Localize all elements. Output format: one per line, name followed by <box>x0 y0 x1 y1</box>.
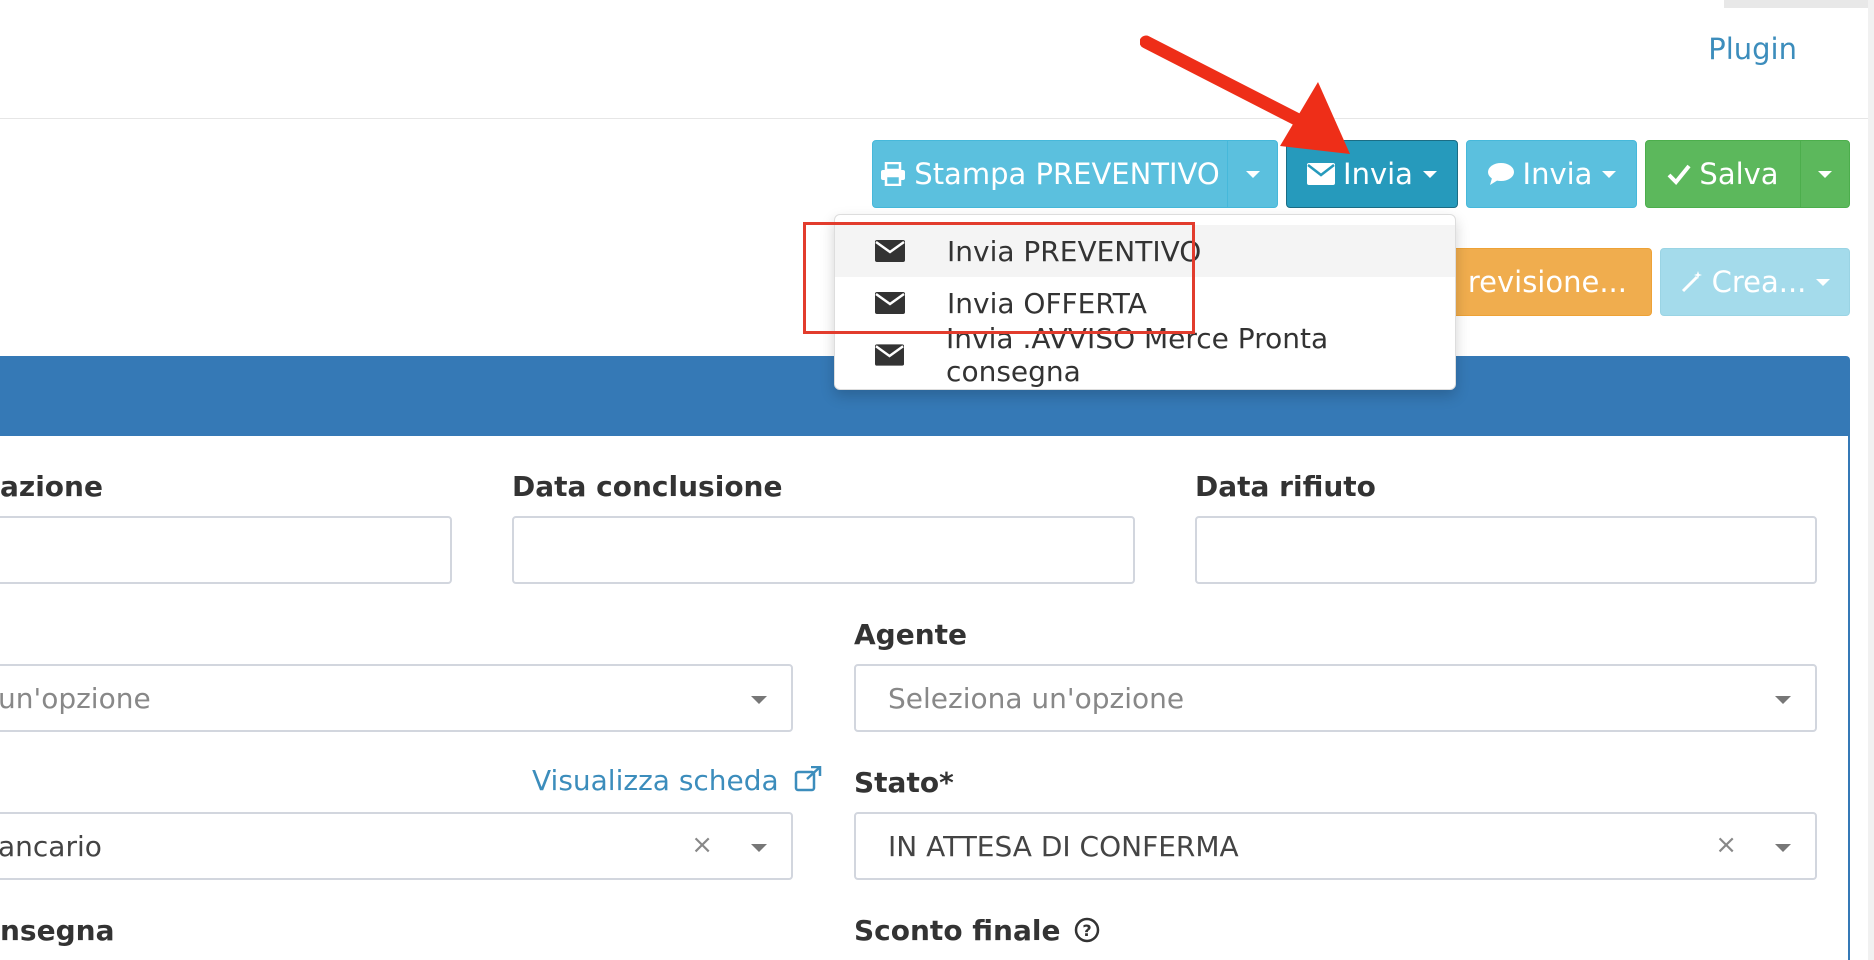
check-icon <box>1667 163 1691 185</box>
send-message-button[interactable]: Invia <box>1466 140 1637 208</box>
field-label-final-discount: Sconto finale ? <box>854 914 1100 950</box>
conclusion-date-input[interactable] <box>512 516 1135 584</box>
header-divider <box>1724 0 1868 8</box>
page-edge <box>1868 0 1874 960</box>
send-email-label: Invia <box>1343 157 1413 191</box>
chevron-down-icon <box>1816 278 1831 286</box>
agent-select[interactable]: Seleziona un'opzione <box>854 664 1817 732</box>
external-link-icon <box>794 765 822 799</box>
save-button-label: Salva <box>1699 157 1779 191</box>
view-card-link[interactable]: Visualizza scheda <box>532 764 822 799</box>
comment-icon <box>1487 162 1515 186</box>
plugin-link[interactable]: Plugin <box>1708 32 1797 66</box>
date-input-1[interactable] <box>0 516 452 584</box>
save-dropdown-toggle[interactable] <box>1800 140 1850 208</box>
chevron-down-icon <box>1422 170 1437 178</box>
envelope-icon <box>1307 163 1336 185</box>
annotation-arrow <box>1140 35 1350 154</box>
field-label-state: Stato* <box>854 766 954 799</box>
save-button[interactable]: Salva <box>1645 140 1801 208</box>
rejection-date-input[interactable] <box>1195 516 1817 584</box>
chevron-down-icon <box>1245 170 1260 178</box>
chevron-down-icon <box>1818 170 1832 178</box>
menu-item-send-ready-notice[interactable]: Invia .AVVISO Merce Pronta consegna <box>835 322 1455 388</box>
clear-icon[interactable]: × <box>691 830 713 860</box>
magic-wand-icon <box>1680 270 1704 294</box>
left-select-1[interactable]: un'opzione <box>0 664 793 732</box>
top-header: Plugin <box>0 0 1868 119</box>
clear-icon[interactable]: × <box>1715 830 1737 860</box>
chevron-down-icon <box>751 696 767 704</box>
send-message-label: Invia <box>1522 157 1593 191</box>
chevron-down-icon <box>1775 696 1791 704</box>
create-button-label: Crea... <box>1711 265 1807 299</box>
left-select-1-value: un'opzione <box>0 681 151 715</box>
left-select-2[interactable]: ancario × <box>0 812 793 880</box>
print-button-label: Stampa PREVENTIVO <box>914 157 1220 191</box>
field-label-creation-date: azione <box>0 470 103 503</box>
chevron-down-icon <box>751 844 767 852</box>
final-discount-label: Sconto finale <box>854 914 1061 947</box>
help-circle-icon[interactable]: ? <box>1074 917 1100 950</box>
field-label-conclusion-date: Data conclusione <box>512 470 783 503</box>
state-select-value: IN ATTESA DI CONFERMA <box>888 829 1239 863</box>
field-label-rejection-date: Data rifiuto <box>1195 470 1376 503</box>
state-select[interactable]: IN ATTESA DI CONFERMA × <box>854 812 1817 880</box>
agent-select-placeholder: Seleziona un'opzione <box>888 681 1185 715</box>
svg-text:?: ? <box>1083 921 1092 940</box>
chevron-down-icon <box>1602 170 1617 178</box>
view-card-label: Visualizza scheda <box>532 764 779 797</box>
envelope-icon <box>875 344 905 366</box>
annotation-highlight-box <box>803 222 1195 334</box>
field-label-agent: Agente <box>854 618 968 651</box>
chevron-down-icon <box>1775 844 1791 852</box>
left-select-2-value: ancario <box>0 829 102 863</box>
print-icon <box>880 162 906 186</box>
field-label-delivery: nsegna <box>0 914 115 947</box>
create-button[interactable]: Crea... <box>1660 248 1850 316</box>
